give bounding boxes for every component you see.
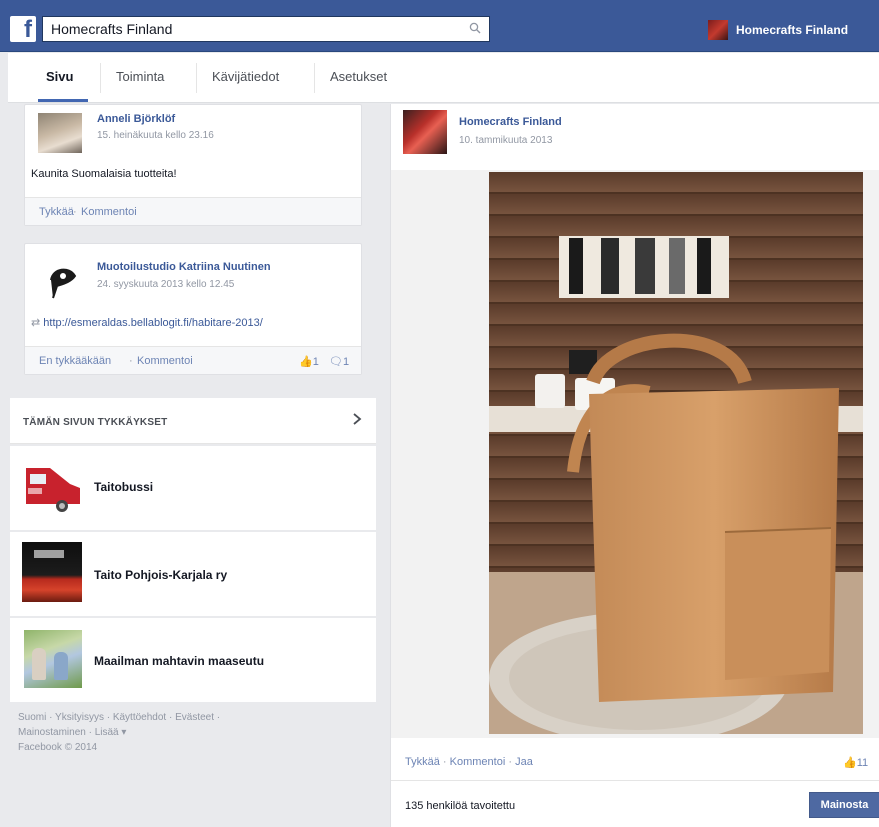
search-box[interactable] [42,16,490,42]
comment-link[interactable]: Kommentoi [81,206,137,218]
thumbnail-caption-strip [34,550,64,558]
post-date[interactable]: 10. tammikuuta 2013 [459,135,552,146]
liked-page-name[interactable]: Taito Pohjois-Karjala ry [94,568,227,582]
facebook-logo[interactable]: f [10,16,36,43]
post-text: Kaunita Suomalaisia tuotteita! [31,168,177,180]
page-avatar[interactable] [403,110,447,154]
page-likes-title: TÄMÄN SIVUN TYKKÄYKSET [23,417,168,428]
separator-dot: · [442,756,450,768]
taito-pohjois-karjala-thumbnail [22,542,82,602]
leather-bag-photo [489,172,863,734]
footer-line[interactable]: Suomi · Yksityisyys · Käyttöehdot · Eväs… [18,710,308,725]
tab-kavijatiedot[interactable]: Kävijätiedot [212,69,279,84]
left-footer-links: Suomi · Yksityisyys · Käyttöehdot · Eväs… [18,710,308,755]
share-link[interactable]: Jaa [515,756,533,768]
author-avatar[interactable] [45,258,81,302]
post-author[interactable]: Anneli Björklöf [97,113,175,125]
divider [391,780,879,781]
liked-page-name[interactable]: Maailman mahtavin maaseutu [94,654,264,668]
separator-dot: · [73,206,77,218]
tab-divider [100,63,101,93]
link-icon: ⇄ [31,317,44,329]
tab-sivu[interactable]: Sivu [46,69,73,84]
post-actions: En tykkääkään · Kommentoi 👍1 🗨1 [25,346,361,374]
unlike-link[interactable]: En tykkääkään [39,355,111,367]
post-photo[interactable] [489,172,863,734]
tab-divider [314,63,315,93]
post-card: Muotoilustudio Katriina Nuutinen 24. syy… [24,243,362,375]
tab-divider [196,63,197,93]
like-link[interactable]: Tykkää [405,756,440,768]
taitobussi-thumbnail [22,458,82,514]
comment-count[interactable]: 🗨1 [329,355,349,368]
liked-page-item[interactable]: Taito Pohjois-Karjala ry [10,532,376,616]
liked-page-name[interactable]: Taitobussi [94,480,153,494]
timeline-post: Homecrafts Finland 10. tammikuuta 2013 T… [390,104,879,827]
promote-button[interactable]: Mainosta [809,792,879,818]
comment-link[interactable]: Kommentoi [137,355,193,367]
top-navigation-bar: f Homecrafts Finland [0,0,879,52]
search-icon[interactable] [469,22,481,34]
studio-logo-icon [45,258,81,302]
dropdown-arrow-icon: ▾ [118,727,127,738]
tab-toiminta[interactable]: Toiminta [116,69,164,84]
post-date[interactable]: 24. syyskuuta 2013 kello 12.45 [97,279,234,290]
profile-avatar [708,20,728,40]
search-input[interactable] [43,17,453,41]
post-link[interactable]: ⇄ http://esmeraldas.bellablogit.fi/habit… [31,316,263,329]
liked-page-item[interactable]: Taitobussi [10,446,376,530]
separator-dot: · [129,355,133,367]
liked-page-item[interactable]: Maailman mahtavin maaseutu [10,618,376,702]
post-date[interactable]: 15. heinäkuuta kello 23.16 [97,130,214,141]
footer-line[interactable]: Mainostaminen · Lisää ▾ [18,725,308,740]
like-link[interactable]: Tykkää [39,206,74,218]
active-tab-indicator [38,99,88,102]
like-count[interactable]: 👍11 [843,756,868,769]
chevron-right-icon[interactable] [352,412,362,426]
comment-bubble-icon: 🗨 [329,356,343,368]
post-actions: Tykkää · Kommentoi · Jaa [405,756,533,768]
page-likes-header[interactable]: TÄMÄN SIVUN TYKKÄYKSET [10,398,376,444]
post-card: Anneli Björklöf 15. heinäkuuta kello 23.… [24,104,362,226]
page-tab-bar: Sivu Toiminta Kävijätiedot Asetukset [8,53,879,103]
reach-text: 135 henkilöä tavoitettu [405,800,516,812]
post-author[interactable]: Muotoilustudio Katriina Nuutinen [97,261,271,273]
author-avatar[interactable] [38,113,82,153]
thumbs-up-icon: 👍 [843,757,857,769]
post-author[interactable]: Homecrafts Finland [459,116,562,128]
tab-asetukset[interactable]: Asetukset [330,69,387,84]
like-count[interactable]: 👍1 [299,355,319,368]
photo-frame [391,170,879,738]
thumbs-up-icon: 👍 [299,356,313,368]
person-figure [32,648,46,680]
person-figure [54,652,68,680]
copyright: Facebook © 2014 [18,742,98,753]
comment-link[interactable]: Kommentoi [450,756,506,768]
post-actions: Tykkää · Kommentoi [25,197,361,225]
maaseutu-thumbnail [24,630,82,688]
profile-link[interactable]: Homecrafts Finland [708,20,848,40]
bus-icon [22,458,82,514]
profile-name: Homecrafts Finland [736,23,849,37]
